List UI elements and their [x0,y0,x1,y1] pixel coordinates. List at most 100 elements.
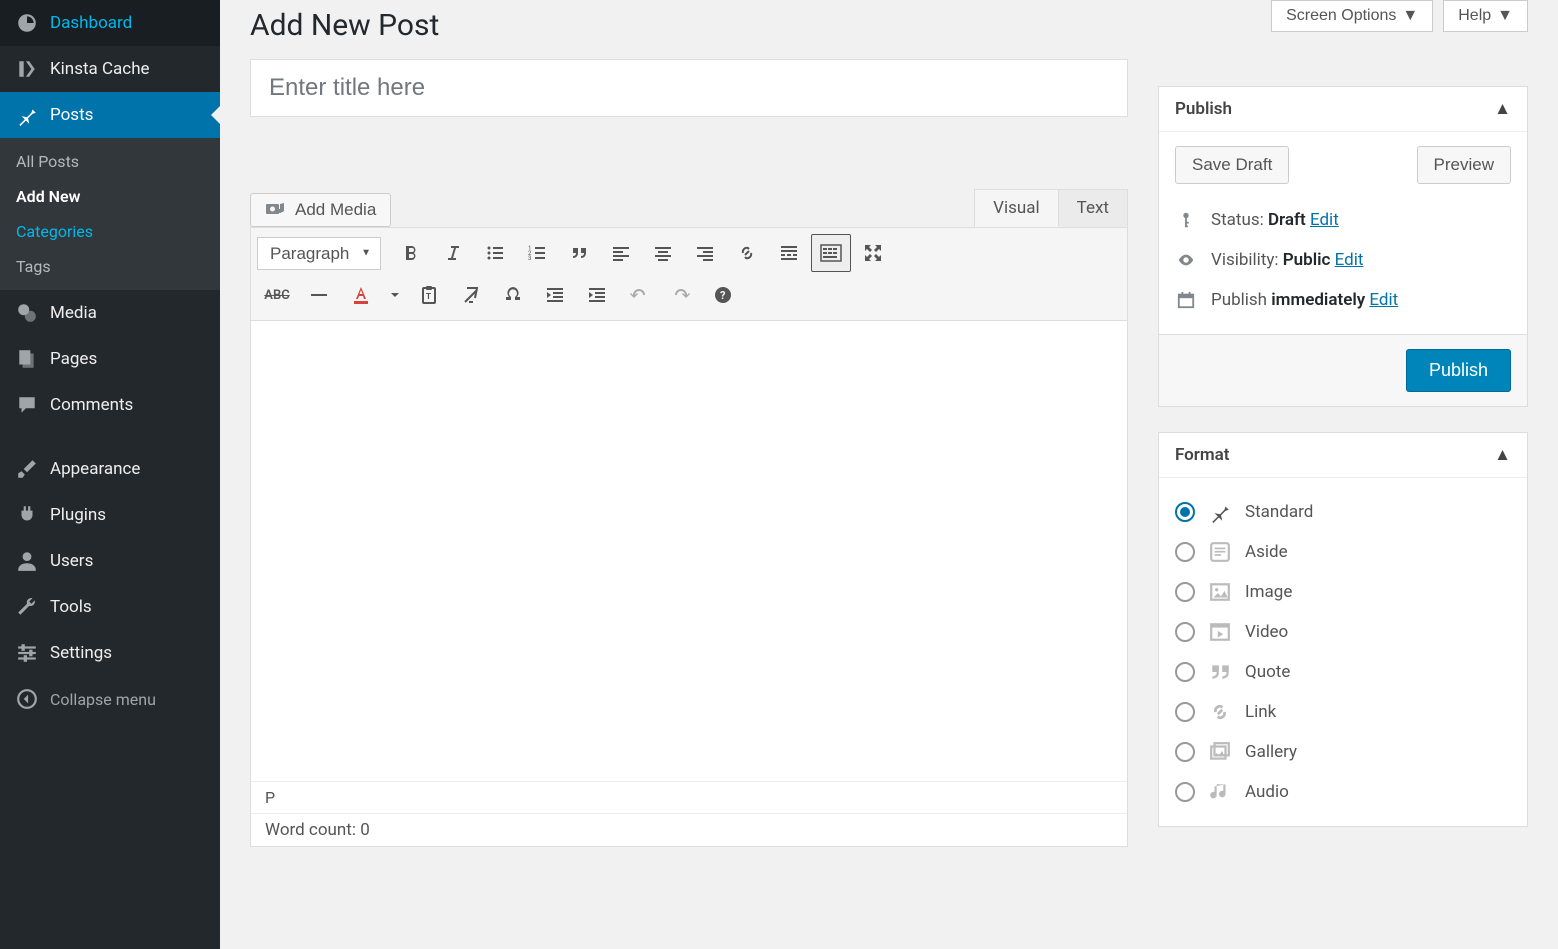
outdent-button[interactable] [535,276,575,314]
keyboard-shortcuts-button[interactable]: ? [703,276,743,314]
align-left-button[interactable] [601,234,641,272]
radio-input[interactable] [1175,662,1195,682]
post-title-input[interactable] [250,59,1128,117]
plug-icon [16,504,38,526]
sidebar-sub-add-new[interactable]: Add New [0,179,220,214]
blockquote-button[interactable] [559,234,599,272]
edit-status-link[interactable]: Edit [1310,210,1339,230]
tab-visual[interactable]: Visual [974,189,1058,227]
format-option-quote[interactable]: Quote [1175,652,1511,692]
horizontal-rule-button[interactable] [299,276,339,314]
special-character-button[interactable] [493,276,533,314]
radio-input[interactable] [1175,782,1195,802]
format-label: Link [1245,702,1276,722]
help-button[interactable]: Help ▼ [1443,0,1528,32]
format-label: Standard [1245,502,1313,522]
format-option-gallery[interactable]: Gallery [1175,732,1511,772]
sidebar-item-label: Kinsta Cache [50,59,150,79]
block-format-select[interactable]: Paragraph [257,237,381,270]
radio-input[interactable] [1175,702,1195,722]
insert-more-button[interactable] [769,234,809,272]
tab-text[interactable]: Text [1059,189,1128,227]
sidebar-item-users[interactable]: Users [0,538,220,584]
text-color-dropdown[interactable] [383,276,407,314]
insert-link-button[interactable] [727,234,767,272]
link-icon [1207,699,1233,725]
align-right-button[interactable] [685,234,725,272]
save-draft-button[interactable]: Save Draft [1175,146,1289,184]
svg-text:?: ? [720,289,726,302]
publish-button[interactable]: Publish [1406,349,1511,392]
sidebar-item-label: Tools [50,597,92,617]
editor-toolbar: Paragraph 123 ABC [251,228,1127,321]
format-option-video[interactable]: Video [1175,612,1511,652]
clear-formatting-button[interactable] [451,276,491,314]
strikethrough-button[interactable]: ABC [257,276,297,314]
align-center-button[interactable] [643,234,683,272]
eye-icon [1175,251,1197,269]
sidebar-item-pages[interactable]: Pages [0,336,220,382]
sidebar-item-label: Dashboard [50,13,132,33]
sidebar-item-label: Media [50,303,97,323]
undo-button[interactable] [619,276,659,314]
publish-metabox-toggle[interactable]: Publish ▲ [1159,87,1527,132]
preview-button[interactable]: Preview [1417,146,1511,184]
editor-mode-tabs: Visual Text [974,189,1128,227]
radio-input[interactable] [1175,542,1195,562]
sidebar-sub-tags[interactable]: Tags [0,249,220,284]
admin-sidebar: Dashboard Kinsta Cache Posts All Posts A… [0,0,220,949]
add-media-label: Add Media [295,200,376,220]
bullet-list-button[interactable] [475,234,515,272]
edit-visibility-link[interactable]: Edit [1335,250,1364,270]
sidebar-item-kinsta-cache[interactable]: Kinsta Cache [0,46,220,92]
collapse-menu-button[interactable]: Collapse menu [0,676,220,722]
format-metabox-toggle[interactable]: Format ▲ [1159,433,1527,478]
collapse-icon [16,688,38,710]
sidebar-item-appearance[interactable]: Appearance [0,446,220,492]
sidebar-item-dashboard[interactable]: Dashboard [0,0,220,46]
paste-text-button[interactable]: T [409,276,449,314]
radio-input[interactable] [1175,582,1195,602]
quote-icon [1207,659,1233,685]
editor-content-area[interactable] [251,321,1127,781]
bold-button[interactable] [391,234,431,272]
format-option-audio[interactable]: Audio [1175,772,1511,812]
fullscreen-button[interactable] [853,234,893,272]
format-label: Image [1245,582,1292,602]
radio-input[interactable] [1175,742,1195,762]
sidebar-item-plugins[interactable]: Plugins [0,492,220,538]
editor-word-count: Word count: 0 [251,813,1127,846]
format-label: Video [1245,622,1288,642]
toolbar-toggle-button[interactable] [811,234,851,272]
sidebar-item-posts[interactable]: Posts [0,92,220,138]
add-media-button[interactable]: Add Media [250,193,391,227]
indent-button[interactable] [577,276,617,314]
italic-button[interactable] [433,234,473,272]
main-content: Add New Post Add Media Visual Text Parag… [220,0,1558,949]
video-icon [1207,619,1233,645]
format-label: Aside [1245,542,1288,562]
sidebar-item-media[interactable]: Media [0,290,220,336]
key-icon [1175,211,1197,229]
format-option-link[interactable]: Link [1175,692,1511,732]
pin-icon [16,104,38,126]
sidebar-item-comments[interactable]: Comments [0,382,220,428]
numbered-list-button[interactable]: 123 [517,234,557,272]
format-option-aside[interactable]: Aside [1175,532,1511,572]
sidebar-sub-categories[interactable]: Categories [0,214,220,249]
kinsta-icon [16,58,38,80]
text-color-button[interactable] [341,276,381,314]
screen-options-button[interactable]: Screen Options ▼ [1271,0,1433,32]
sidebar-sub-all-posts[interactable]: All Posts [0,144,220,179]
format-option-standard[interactable]: Standard [1175,492,1511,532]
calendar-icon [1175,291,1197,309]
edit-schedule-link[interactable]: Edit [1369,290,1398,310]
radio-input[interactable] [1175,502,1195,522]
format-option-image[interactable]: Image [1175,572,1511,612]
redo-button[interactable] [661,276,701,314]
radio-input[interactable] [1175,622,1195,642]
sidebar-item-settings[interactable]: Settings [0,630,220,676]
settings-sliders-icon [16,642,38,664]
sidebar-item-tools[interactable]: Tools [0,584,220,630]
dashboard-icon [16,12,38,34]
